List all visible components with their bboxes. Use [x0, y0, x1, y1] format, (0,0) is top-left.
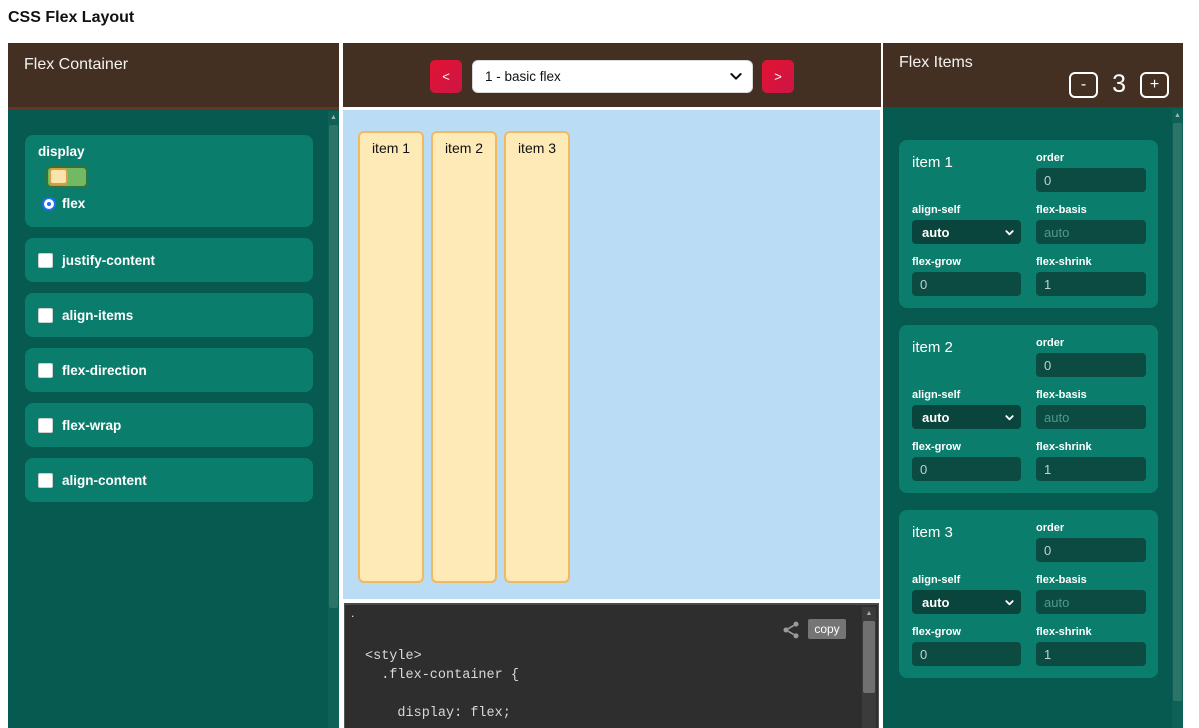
preview-item-3: item 3 — [504, 131, 570, 583]
item-2-flex-basis-input[interactable] — [1036, 405, 1146, 429]
next-example-button[interactable]: > — [762, 60, 794, 93]
item-1-flex-grow-input[interactable] — [912, 272, 1021, 296]
item-2-name: item 2 — [912, 337, 1021, 377]
left-scroll-thumb[interactable] — [329, 125, 338, 608]
flex-items-body: item 1 order align-self auto — [883, 107, 1183, 728]
flex-container-panel: Flex Container display flex justify-cont… — [8, 43, 339, 728]
justify-content-checkbox[interactable] — [38, 253, 53, 268]
item-2-align-self-select[interactable]: auto — [912, 405, 1021, 429]
align-items-label: align-items — [62, 308, 133, 323]
item-1-align-self-select[interactable]: auto — [912, 220, 1021, 244]
align-self-label: align-self — [912, 389, 1021, 401]
app-canvas: CSS Flex Layout Flex Container display f… — [0, 0, 1199, 728]
order-label: order — [1036, 152, 1146, 164]
flex-wrap-card: flex-wrap — [25, 403, 313, 447]
remove-item-button[interactable]: - — [1069, 72, 1098, 98]
flex-grow-label: flex-grow — [912, 441, 1021, 453]
right-panel-scrollbar[interactable]: ▲ — [1172, 109, 1183, 728]
flex-shrink-label: flex-shrink — [1036, 626, 1146, 638]
item-counter: - 3 + — [1069, 70, 1169, 99]
left-panel-scrollbar[interactable]: ▲ — [328, 111, 339, 728]
flex-container-header: Flex Container — [8, 43, 339, 107]
code-line: display: flex; — [365, 706, 519, 725]
item-1-flex-shrink-input[interactable] — [1036, 272, 1146, 296]
align-content-card: align-content — [25, 458, 313, 502]
scroll-up-icon[interactable]: ▲ — [862, 607, 876, 621]
preview-item-2: item 2 — [431, 131, 497, 583]
flex-items-title: Flex Items — [899, 54, 973, 71]
example-select[interactable]: 1 - basic flex — [472, 60, 753, 93]
code-output: . copy <style> .flex-container { display… — [344, 603, 879, 728]
align-items-checkbox[interactable] — [38, 308, 53, 323]
order-label: order — [1036, 337, 1146, 349]
flex-radio[interactable] — [42, 197, 56, 211]
scroll-up-icon[interactable]: ▲ — [1172, 109, 1183, 123]
display-label: display — [38, 144, 313, 159]
item-1-name: item 1 — [912, 152, 1021, 192]
item-1-order-input[interactable] — [1036, 168, 1146, 192]
add-item-button[interactable]: + — [1140, 72, 1169, 98]
prev-example-button[interactable]: < — [430, 60, 462, 93]
flex-grow-label: flex-grow — [912, 626, 1021, 638]
code-scroll-thumb[interactable] — [863, 621, 875, 693]
code-line: .flex-container { — [365, 668, 519, 687]
example-nav-bar: < 1 - basic flex > — [343, 43, 881, 107]
order-label: order — [1036, 522, 1146, 534]
display-toggle[interactable] — [46, 166, 88, 188]
flex-direction-card: flex-direction — [25, 348, 313, 392]
flex-wrap-checkbox[interactable] — [38, 418, 53, 433]
align-content-checkbox[interactable] — [38, 473, 53, 488]
toggle-knob — [49, 168, 68, 185]
flex-basis-label: flex-basis — [1036, 574, 1146, 586]
flex-container-title: Flex Container — [24, 56, 128, 73]
flex-basis-label: flex-basis — [1036, 389, 1146, 401]
item-2-flex-grow-input[interactable] — [912, 457, 1021, 481]
align-content-label: align-content — [62, 473, 147, 488]
item-3-flex-basis-input[interactable] — [1036, 590, 1146, 614]
display-card: display flex — [25, 135, 313, 227]
align-self-label: align-self — [912, 204, 1021, 216]
preview-item-1: item 1 — [358, 131, 424, 583]
flex-shrink-label: flex-shrink — [1036, 256, 1146, 268]
code-bullet: . — [351, 606, 354, 620]
item-2-card: item 2 order align-self auto — [899, 325, 1158, 493]
code-scrollbar[interactable]: ▲ — [862, 607, 876, 728]
item-count: 3 — [1112, 70, 1126, 99]
flex-radio-label: flex — [62, 196, 85, 211]
code-line: <style> — [365, 649, 519, 668]
flex-grow-label: flex-grow — [912, 256, 1021, 268]
flex-wrap-label: flex-wrap — [62, 418, 121, 433]
item-3-name: item 3 — [912, 522, 1021, 562]
flex-container-body: display flex justify-content align-items — [8, 107, 339, 728]
flex-direction-label: flex-direction — [62, 363, 147, 378]
right-scroll-thumb[interactable] — [1173, 123, 1182, 701]
flex-basis-label: flex-basis — [1036, 204, 1146, 216]
flex-preview-area: item 1 item 2 item 3 — [343, 110, 880, 599]
item-1-flex-basis-input[interactable] — [1036, 220, 1146, 244]
flex-shrink-label: flex-shrink — [1036, 441, 1146, 453]
page-title: CSS Flex Layout — [8, 9, 134, 27]
item-2-order-input[interactable] — [1036, 353, 1146, 377]
flex-items-panel: Flex Items - 3 + item 1 order align-self — [883, 43, 1183, 728]
align-items-card: align-items — [25, 293, 313, 337]
justify-content-card: justify-content — [25, 238, 313, 282]
flex-items-header: Flex Items - 3 + — [883, 43, 1183, 107]
item-3-card: item 3 order align-self auto — [899, 510, 1158, 678]
scroll-up-icon[interactable]: ▲ — [328, 111, 339, 125]
item-1-card: item 1 order align-self auto — [899, 140, 1158, 308]
code-text: <style> .flex-container { display: flex; — [365, 649, 519, 725]
item-2-flex-shrink-input[interactable] — [1036, 457, 1146, 481]
code-line — [365, 687, 519, 706]
item-3-flex-grow-input[interactable] — [912, 642, 1021, 666]
share-icon[interactable] — [781, 620, 801, 640]
item-3-order-input[interactable] — [1036, 538, 1146, 562]
justify-content-label: justify-content — [62, 253, 155, 268]
flex-direction-checkbox[interactable] — [38, 363, 53, 378]
copy-button[interactable]: copy — [808, 619, 846, 639]
item-3-align-self-select[interactable]: auto — [912, 590, 1021, 614]
item-3-flex-shrink-input[interactable] — [1036, 642, 1146, 666]
align-self-label: align-self — [912, 574, 1021, 586]
